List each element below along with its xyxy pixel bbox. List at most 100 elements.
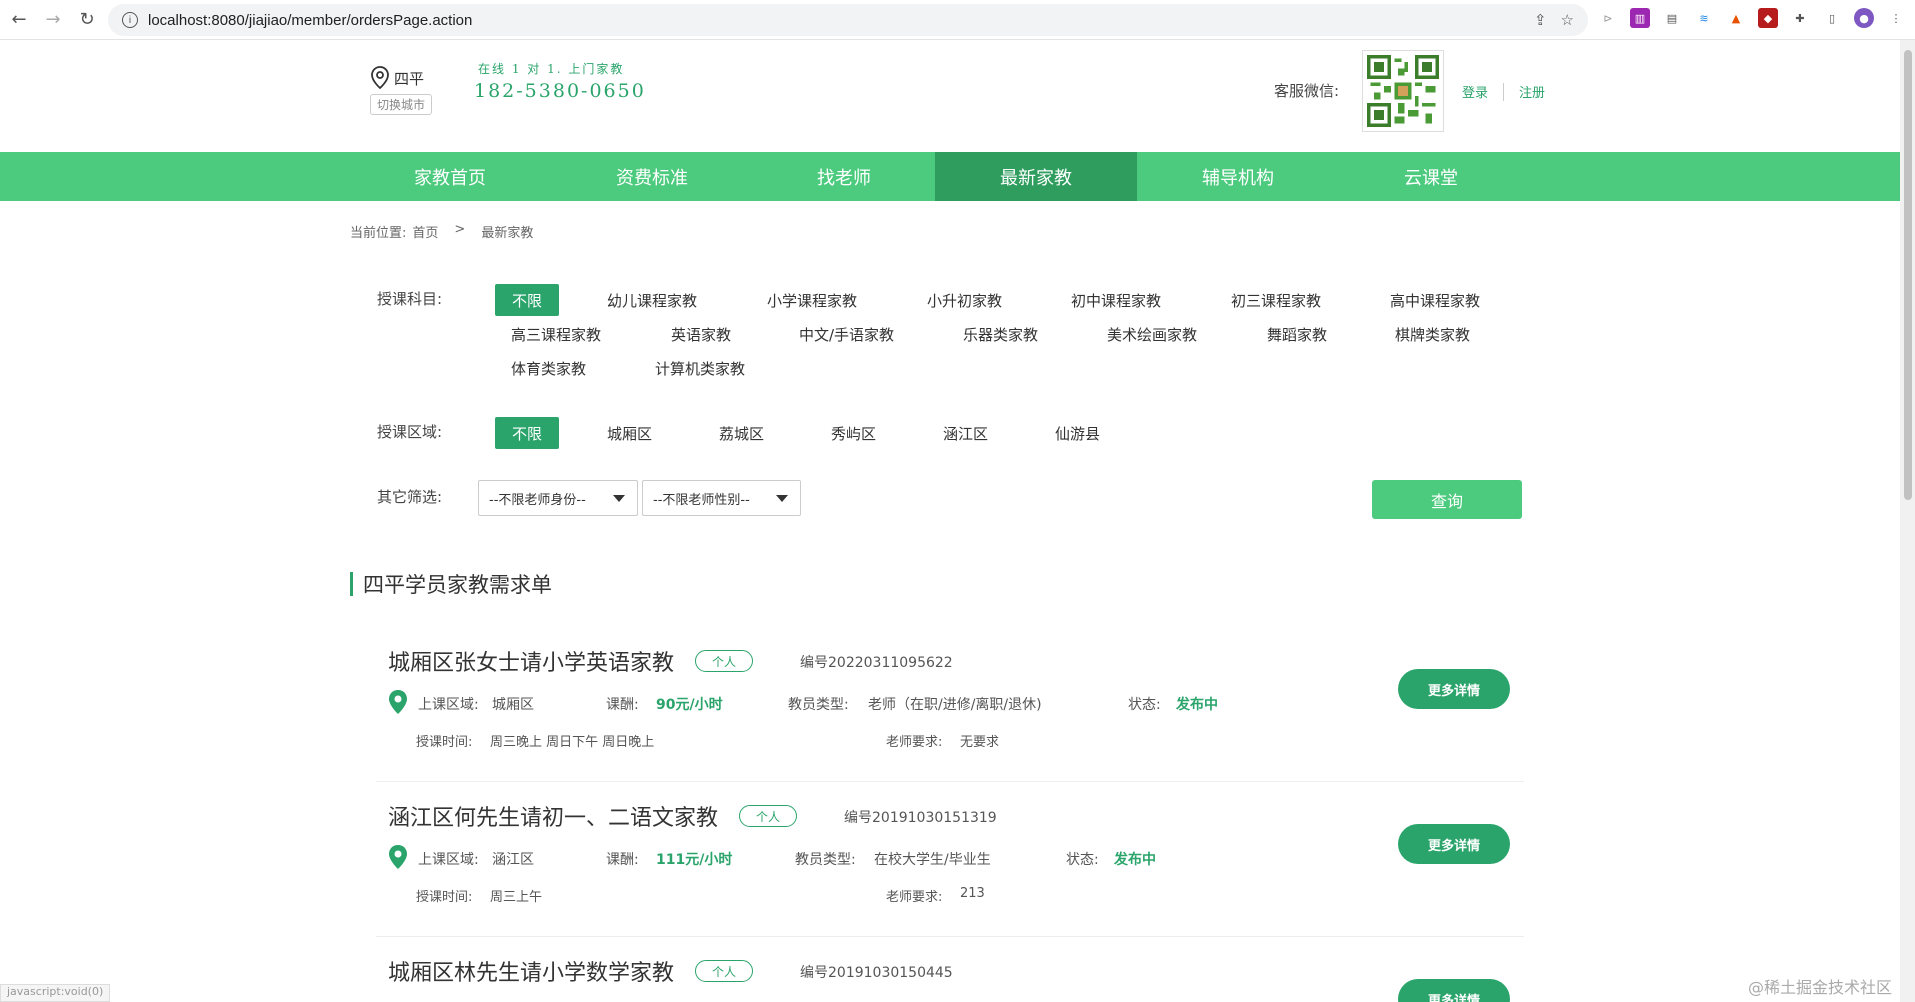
subject-chip[interactable]: 英语家教: [671, 324, 731, 345]
area-chip[interactable]: 不限: [495, 417, 559, 449]
city-selector: 四平 切换城市: [370, 66, 433, 115]
area-chip[interactable]: 秀屿区: [831, 423, 876, 444]
back-icon[interactable]: ←: [4, 5, 34, 35]
more-details-button[interactable]: 更多详情: [1398, 824, 1510, 864]
extension-icon[interactable]: ◆: [1758, 8, 1778, 28]
address-bar[interactable]: i localhost:8080/jiajiao/member/ordersPa…: [108, 4, 1588, 36]
subject-chip[interactable]: 体育类家教: [511, 358, 586, 379]
teacher-identity-select[interactable]: --不限老师身份--: [478, 480, 638, 516]
wechat-label: 客服微信:: [1274, 82, 1340, 100]
requirement-value: 无要求: [960, 735, 1000, 750]
subject-filter-label: 授课科目:: [377, 290, 443, 308]
watermark: @稀土掘金技术社区: [1748, 978, 1893, 997]
area-chip[interactable]: 仙游县: [1055, 423, 1100, 444]
status-label: 状态:: [1128, 697, 1161, 713]
pay-value: 111元/小时: [656, 852, 733, 868]
city-name: 四平: [394, 69, 425, 88]
sidepanel-icon[interactable]: ▯: [1822, 8, 1842, 28]
breadcrumb-current: 最新家教: [481, 226, 534, 241]
order-title[interactable]: 涵江区何先生请初一、二语文家教: [388, 800, 718, 832]
more-details-button[interactable]: 更多详情: [1398, 979, 1510, 1002]
location-pin-icon: [389, 690, 407, 714]
forward-icon[interactable]: →: [38, 5, 68, 35]
order-title[interactable]: 城厢区林先生请小学数学家教: [388, 955, 674, 987]
teacher-type-label: 教员类型:: [788, 697, 849, 713]
scrollbar-thumb[interactable]: [1904, 50, 1912, 500]
nav-latest-tutoring[interactable]: 最新家教: [935, 152, 1137, 201]
extension-icon[interactable]: ▥: [1630, 8, 1650, 28]
subject-chip[interactable]: 初中课程家教: [1071, 290, 1161, 311]
pay-label: 课酬:: [606, 697, 639, 713]
nav-find-teacher[interactable]: 找老师: [764, 152, 924, 201]
subject-chip[interactable]: 小升初家教: [927, 290, 1002, 311]
bookmark-star-icon[interactable]: ☆: [1561, 11, 1574, 29]
order-number: 编号20191030150445: [800, 965, 953, 981]
caret-down-icon: [613, 495, 625, 502]
query-button[interactable]: 查询: [1372, 480, 1522, 519]
subject-chip[interactable]: 不限: [495, 284, 559, 316]
caret-down-icon: [776, 495, 788, 502]
register-link[interactable]: 注册: [1519, 82, 1545, 101]
time-value: 周三上午: [490, 890, 543, 905]
site-header: 四平 切换城市 在线 1 对 1. 上门家教 182-5380-0650 客服微…: [0, 40, 1900, 152]
share-icon[interactable]: ⇪: [1534, 11, 1547, 29]
area-chip[interactable]: 城厢区: [607, 423, 652, 444]
nav-home[interactable]: 家教首页: [370, 152, 530, 201]
order-card: 城厢区林先生请小学数学家教 个人 编号20191030150445 更多详情: [376, 937, 1524, 1002]
hotline-phone: 182-5380-0650: [474, 80, 646, 102]
area-label: 上课区域:: [418, 697, 479, 713]
main-navigation: 家教首页 资费标准 找老师 最新家教 辅导机构 云课堂: [0, 152, 1900, 201]
subject-chip[interactable]: 美术绘画家教: [1107, 324, 1197, 345]
area-label: 上课区域:: [418, 852, 479, 868]
teacher-gender-select[interactable]: --不限老师性别--: [642, 480, 801, 516]
more-details-button[interactable]: 更多详情: [1398, 669, 1510, 709]
other-filter-label: 其它筛选:: [377, 488, 443, 506]
avatar[interactable]: ●: [1854, 8, 1874, 28]
login-link[interactable]: 登录: [1462, 82, 1488, 101]
subject-chip[interactable]: 高三课程家教: [511, 324, 601, 345]
wechat-qr-code: [1362, 50, 1444, 132]
menu-icon[interactable]: ⋮: [1886, 8, 1906, 28]
breadcrumb-home[interactable]: 首页: [412, 222, 438, 241]
pay-value: 90元/小时: [656, 697, 723, 713]
subject-chip[interactable]: 舞蹈家教: [1267, 324, 1327, 345]
nav-pricing[interactable]: 资费标准: [572, 152, 732, 201]
breadcrumb-separator: >: [454, 222, 466, 237]
teacher-type-label: 教员类型:: [795, 852, 856, 868]
browser-toolbar: ← → ↻ i localhost:8080/jiajiao/member/or…: [0, 0, 1915, 40]
site-info-icon[interactable]: i: [122, 12, 138, 28]
status-bar-url: javascript:void(0): [0, 984, 111, 1002]
extension-icon[interactable]: ≋: [1694, 8, 1714, 28]
requirement-label: 老师要求:: [886, 735, 943, 750]
extension-icon[interactable]: ▲: [1726, 8, 1746, 28]
teacher-type-value: 老师（在职/进修/离职/退休): [868, 697, 1042, 713]
order-type-badge: 个人: [739, 805, 797, 827]
subject-chip[interactable]: 计算机类家教: [655, 358, 745, 379]
nav-institutions[interactable]: 辅导机构: [1158, 152, 1318, 201]
switch-city-button[interactable]: 切换城市: [370, 94, 433, 115]
subject-chip[interactable]: 幼儿课程家教: [607, 290, 697, 311]
subject-chip[interactable]: 高中课程家教: [1390, 290, 1480, 311]
reload-icon[interactable]: ↻: [72, 5, 102, 35]
area-chip[interactable]: 涵江区: [943, 423, 988, 444]
area-value: 城厢区: [492, 697, 534, 713]
subject-chip[interactable]: 乐器类家教: [963, 324, 1038, 345]
order-card: 涵江区何先生请初一、二语文家教 个人 编号20191030151319 上课区域…: [376, 782, 1524, 937]
time-label: 授课时间:: [416, 890, 473, 905]
subject-chip[interactable]: 中文/手语家教: [799, 324, 894, 345]
order-number: 编号20191030151319: [844, 810, 997, 826]
nav-cloud-class[interactable]: 云课堂: [1351, 152, 1511, 201]
extension-icon[interactable]: ⊳: [1598, 8, 1618, 28]
time-label: 授课时间:: [416, 735, 473, 750]
area-chip[interactable]: 荔城区: [719, 423, 764, 444]
extension-icon[interactable]: ▤: [1662, 8, 1682, 28]
url-text: localhost:8080/jiajiao/member/ordersPage…: [148, 11, 473, 29]
order-title[interactable]: 城厢区张女士请小学英语家教: [388, 645, 674, 677]
order-number: 编号20220311095622: [800, 655, 953, 671]
page-scrollbar[interactable]: [1900, 40, 1915, 1002]
subject-chip[interactable]: 初三课程家教: [1231, 290, 1321, 311]
subject-chip[interactable]: 小学课程家教: [767, 290, 857, 311]
subject-chip[interactable]: 棋牌类家教: [1395, 324, 1470, 345]
teacher-gender-value: --不限老师性别--: [653, 492, 750, 508]
puzzle-icon[interactable]: ✚: [1790, 8, 1810, 28]
